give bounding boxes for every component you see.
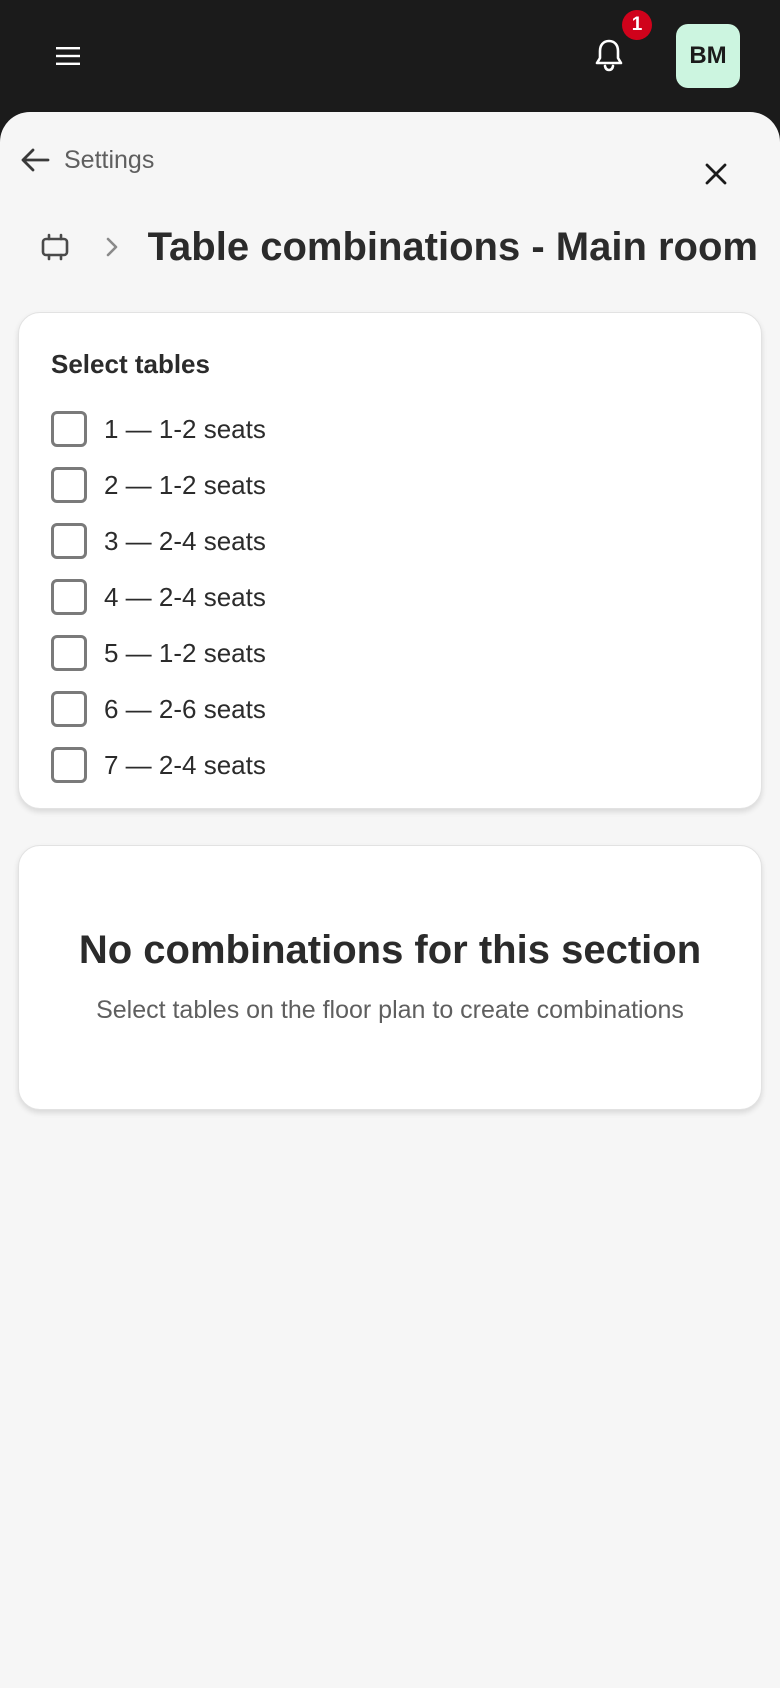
table-option-7[interactable]: 7 — 2-4 seats bbox=[51, 737, 266, 793]
table-option-label: 7 — 2-4 seats bbox=[104, 749, 266, 780]
bell-icon bbox=[595, 39, 623, 72]
title-row: Table combinations - Main room bbox=[38, 212, 758, 282]
table-checkbox[interactable] bbox=[51, 523, 87, 559]
table-checkbox[interactable] bbox=[51, 467, 87, 503]
close-button[interactable] bbox=[694, 152, 738, 196]
close-icon bbox=[705, 163, 727, 185]
table-option-label: 2 — 1-2 seats bbox=[104, 469, 266, 500]
top-app-bar: 1 BM bbox=[0, 0, 780, 112]
chevron-right-icon bbox=[107, 237, 118, 257]
settings-sheet: Settings Table combinations - Main room … bbox=[0, 112, 780, 1688]
empty-state-subtitle: Select tables on the floor plan to creat… bbox=[96, 996, 684, 1024]
table-checkbox[interactable] bbox=[51, 579, 87, 615]
table-option-6[interactable]: 6 — 2-6 seats bbox=[51, 681, 266, 737]
select-tables-card: Select tables 1 — 1-2 seats 2 — 1-2 seat… bbox=[18, 312, 762, 809]
breadcrumb-separator bbox=[103, 236, 121, 258]
table-option-label: 1 — 1-2 seats bbox=[104, 413, 266, 444]
table-checkbox[interactable] bbox=[51, 691, 87, 727]
hamburger-menu-icon bbox=[56, 47, 80, 65]
table-option-label: 6 — 2-6 seats bbox=[104, 693, 266, 724]
table-checkbox[interactable] bbox=[51, 411, 87, 447]
back-to-settings-link[interactable]: Settings bbox=[20, 140, 154, 180]
table-option-label: 5 — 1-2 seats bbox=[104, 637, 266, 668]
user-avatar[interactable]: BM bbox=[676, 24, 740, 88]
table-option-label: 4 — 2-4 seats bbox=[104, 581, 266, 612]
table-option-3[interactable]: 3 — 2-4 seats bbox=[51, 513, 266, 569]
table-option-1[interactable]: 1 — 1-2 seats bbox=[51, 401, 266, 457]
page-title: Table combinations - Main room bbox=[147, 224, 758, 269]
table-checkbox[interactable] bbox=[51, 747, 87, 783]
table-option-5[interactable]: 5 — 1-2 seats bbox=[51, 625, 266, 681]
back-label: Settings bbox=[64, 145, 155, 174]
notification-count-badge: 1 bbox=[622, 10, 652, 40]
table-option-4[interactable]: 4 — 2-4 seats bbox=[51, 569, 266, 625]
menu-button[interactable] bbox=[46, 34, 90, 78]
table-option-label: 3 — 2-4 seats bbox=[104, 525, 266, 556]
floor-plan-icon bbox=[41, 233, 68, 261]
empty-state-title: No combinations for this section bbox=[78, 928, 702, 972]
floor-plan-breadcrumb[interactable] bbox=[38, 229, 71, 265]
arrow-left-icon bbox=[21, 148, 50, 172]
table-option-2[interactable]: 2 — 1-2 seats bbox=[51, 457, 266, 513]
notifications-button[interactable] bbox=[584, 30, 634, 80]
table-checkbox-list: 1 — 1-2 seats 2 — 1-2 seats 3 — 2-4 seat… bbox=[51, 401, 266, 793]
table-checkbox[interactable] bbox=[51, 635, 87, 671]
select-tables-heading: Select tables bbox=[51, 349, 210, 379]
empty-state-card: No combinations for this section Select … bbox=[18, 845, 762, 1110]
